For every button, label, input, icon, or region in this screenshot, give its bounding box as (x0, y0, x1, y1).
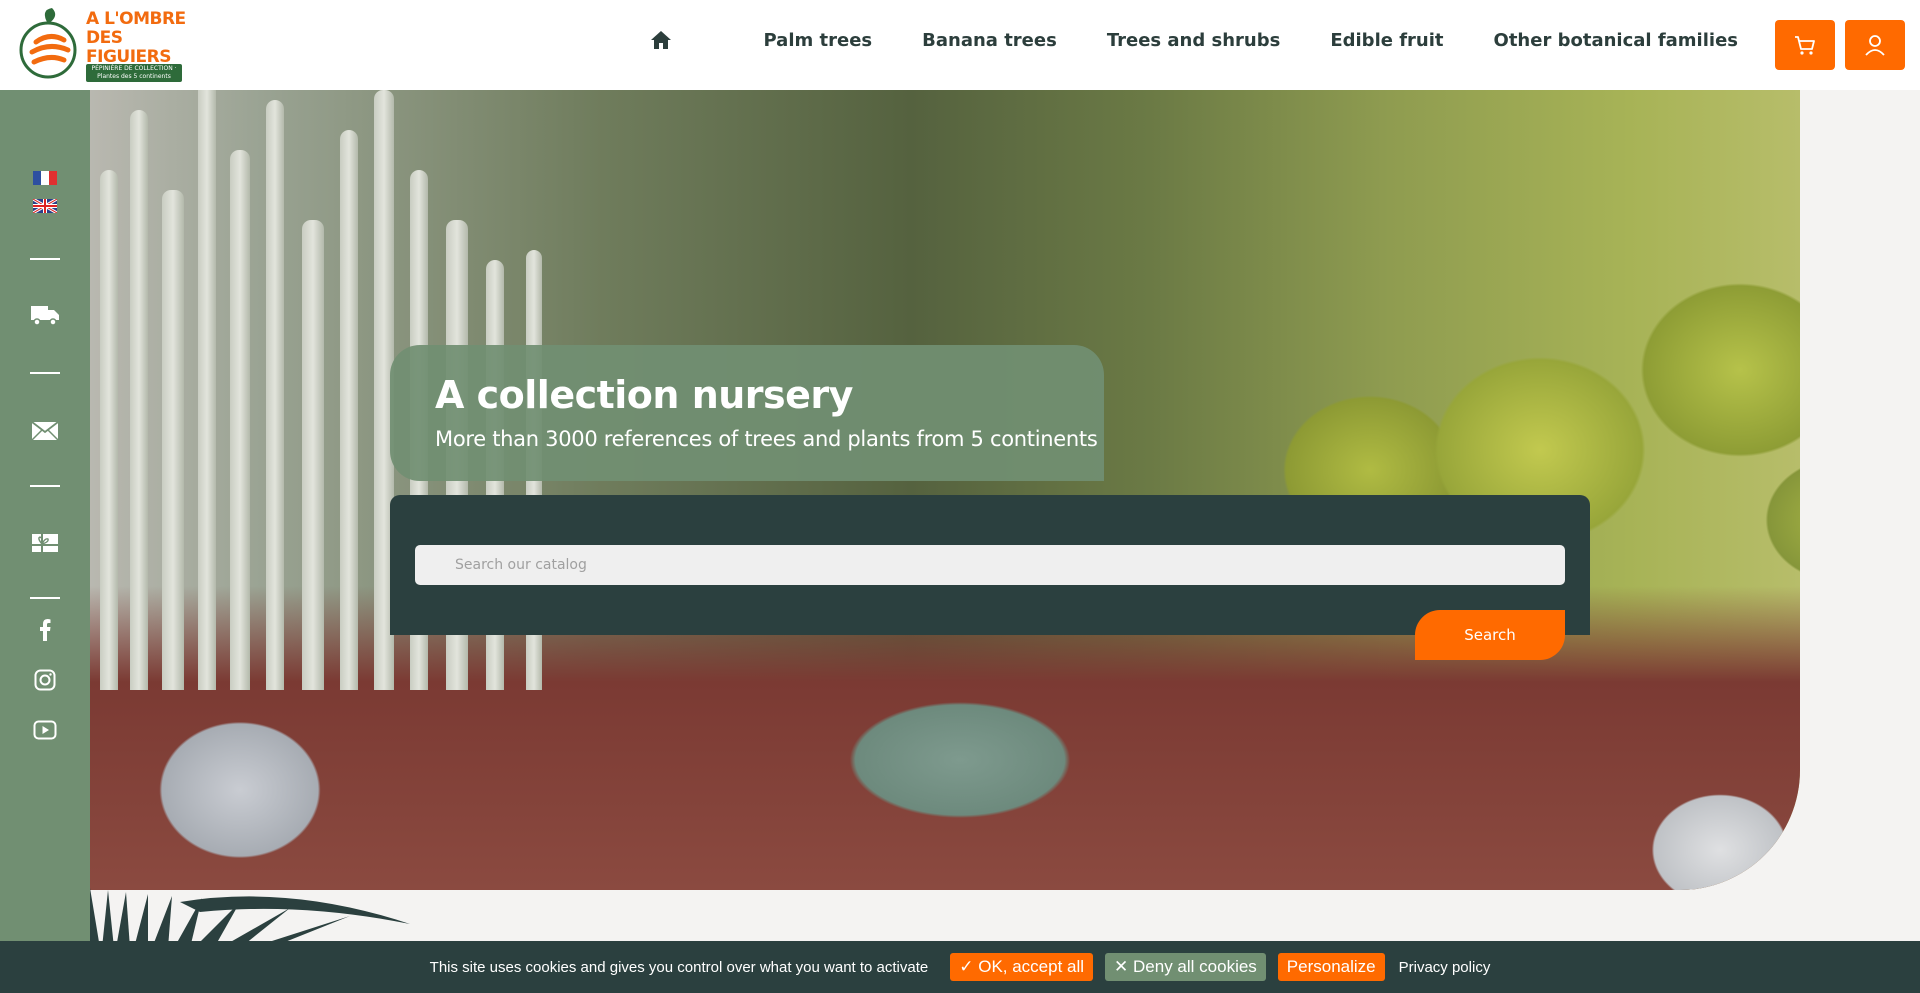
privacy-policy-link[interactable]: Privacy policy (1399, 959, 1491, 976)
facebook-link[interactable] (29, 615, 61, 645)
logo-badge: PÉPINIÈRE DE COLLECTION · Plantes des 5 … (86, 64, 182, 82)
logo-line-1: A L'OMBRE (86, 9, 186, 29)
instagram-icon (34, 669, 56, 691)
french-flag-icon[interactable] (33, 170, 57, 185)
close-icon: ✕ (1114, 957, 1134, 976)
sidebar-divider (30, 485, 60, 487)
nav-trees-and-shrubs[interactable]: Trees and shrubs (1107, 30, 1281, 51)
side-toolbar (0, 90, 90, 993)
cactus-decoration (266, 100, 284, 690)
cactus-decoration (130, 110, 148, 690)
logo-line-2: DES FIGUIERS (86, 28, 171, 67)
youtube-link[interactable] (29, 715, 61, 745)
instagram-link[interactable] (29, 665, 61, 695)
cart-button[interactable] (1775, 20, 1835, 70)
nav-home-link[interactable] (649, 28, 673, 52)
fig-logo-icon (19, 8, 77, 79)
gift-card-icon (32, 534, 58, 552)
deny-label: Deny all cookies (1133, 957, 1257, 976)
hero-title: A collection nursery (435, 373, 853, 417)
accept-label: OK, accept all (978, 957, 1085, 976)
personalize-cookies-button[interactable]: Personalize (1277, 953, 1385, 981)
accept-all-cookies-button[interactable]: ✓ OK, accept all (950, 953, 1094, 981)
cactus-decoration (230, 150, 250, 690)
home-icon (651, 31, 672, 49)
catalog-search-panel (390, 495, 1590, 635)
search-button[interactable]: Search (1415, 610, 1565, 660)
cactus-decoration (100, 170, 118, 690)
envelope-icon (31, 421, 59, 441)
facebook-icon (40, 619, 51, 641)
nav-other-botanical-families[interactable]: Other botanical families (1494, 30, 1738, 51)
hero-subtitle: More than 3000 references of trees and p… (435, 427, 1098, 451)
nav-palm-trees[interactable]: Palm trees (763, 30, 872, 51)
youtube-icon (33, 720, 57, 740)
check-icon: ✓ (959, 957, 979, 976)
deny-all-cookies-button[interactable]: ✕ Deny all cookies (1105, 953, 1266, 981)
account-button[interactable] (1845, 20, 1905, 70)
site-header: A L'OMBRE DES FIGUIERS PÉPINIÈRE DE COLL… (0, 0, 1920, 90)
english-flag-icon[interactable] (32, 197, 58, 215)
nav-edible-fruit[interactable]: Edible fruit (1330, 30, 1443, 51)
catalog-search-input[interactable] (415, 545, 1565, 585)
cookie-message: This site uses cookies and gives you con… (429, 958, 929, 976)
cactus-decoration (198, 90, 216, 690)
sidebar-divider (30, 372, 60, 374)
cactus-decoration (162, 190, 184, 690)
cactus-decoration (302, 220, 324, 690)
sidebar-divider (30, 597, 60, 599)
user-icon (1865, 35, 1885, 56)
hero-headline-card: A collection nursery More than 3000 refe… (390, 345, 1104, 481)
sidebar-gift-card-link[interactable] (29, 528, 61, 558)
logo-wordmark: A L'OMBRE DES FIGUIERS (86, 10, 188, 67)
cookie-consent-bar: This site uses cookies and gives you con… (0, 941, 1920, 993)
cactus-decoration (340, 130, 358, 690)
sidebar-contact-link[interactable] (29, 416, 61, 446)
nav-banana-trees[interactable]: Banana trees (922, 30, 1057, 51)
palm-leaf-decoration (90, 888, 410, 948)
site-logo[interactable]: A L'OMBRE DES FIGUIERS PÉPINIÈRE DE COLL… (18, 6, 188, 84)
sidebar-delivery-link[interactable] (29, 300, 61, 330)
truck-icon (31, 306, 59, 326)
sidebar-divider (30, 258, 60, 260)
hero-banner (90, 90, 1800, 890)
cart-icon (1795, 36, 1815, 55)
main-nav: Palm trees Banana trees Trees and shrubs… (649, 28, 1738, 52)
